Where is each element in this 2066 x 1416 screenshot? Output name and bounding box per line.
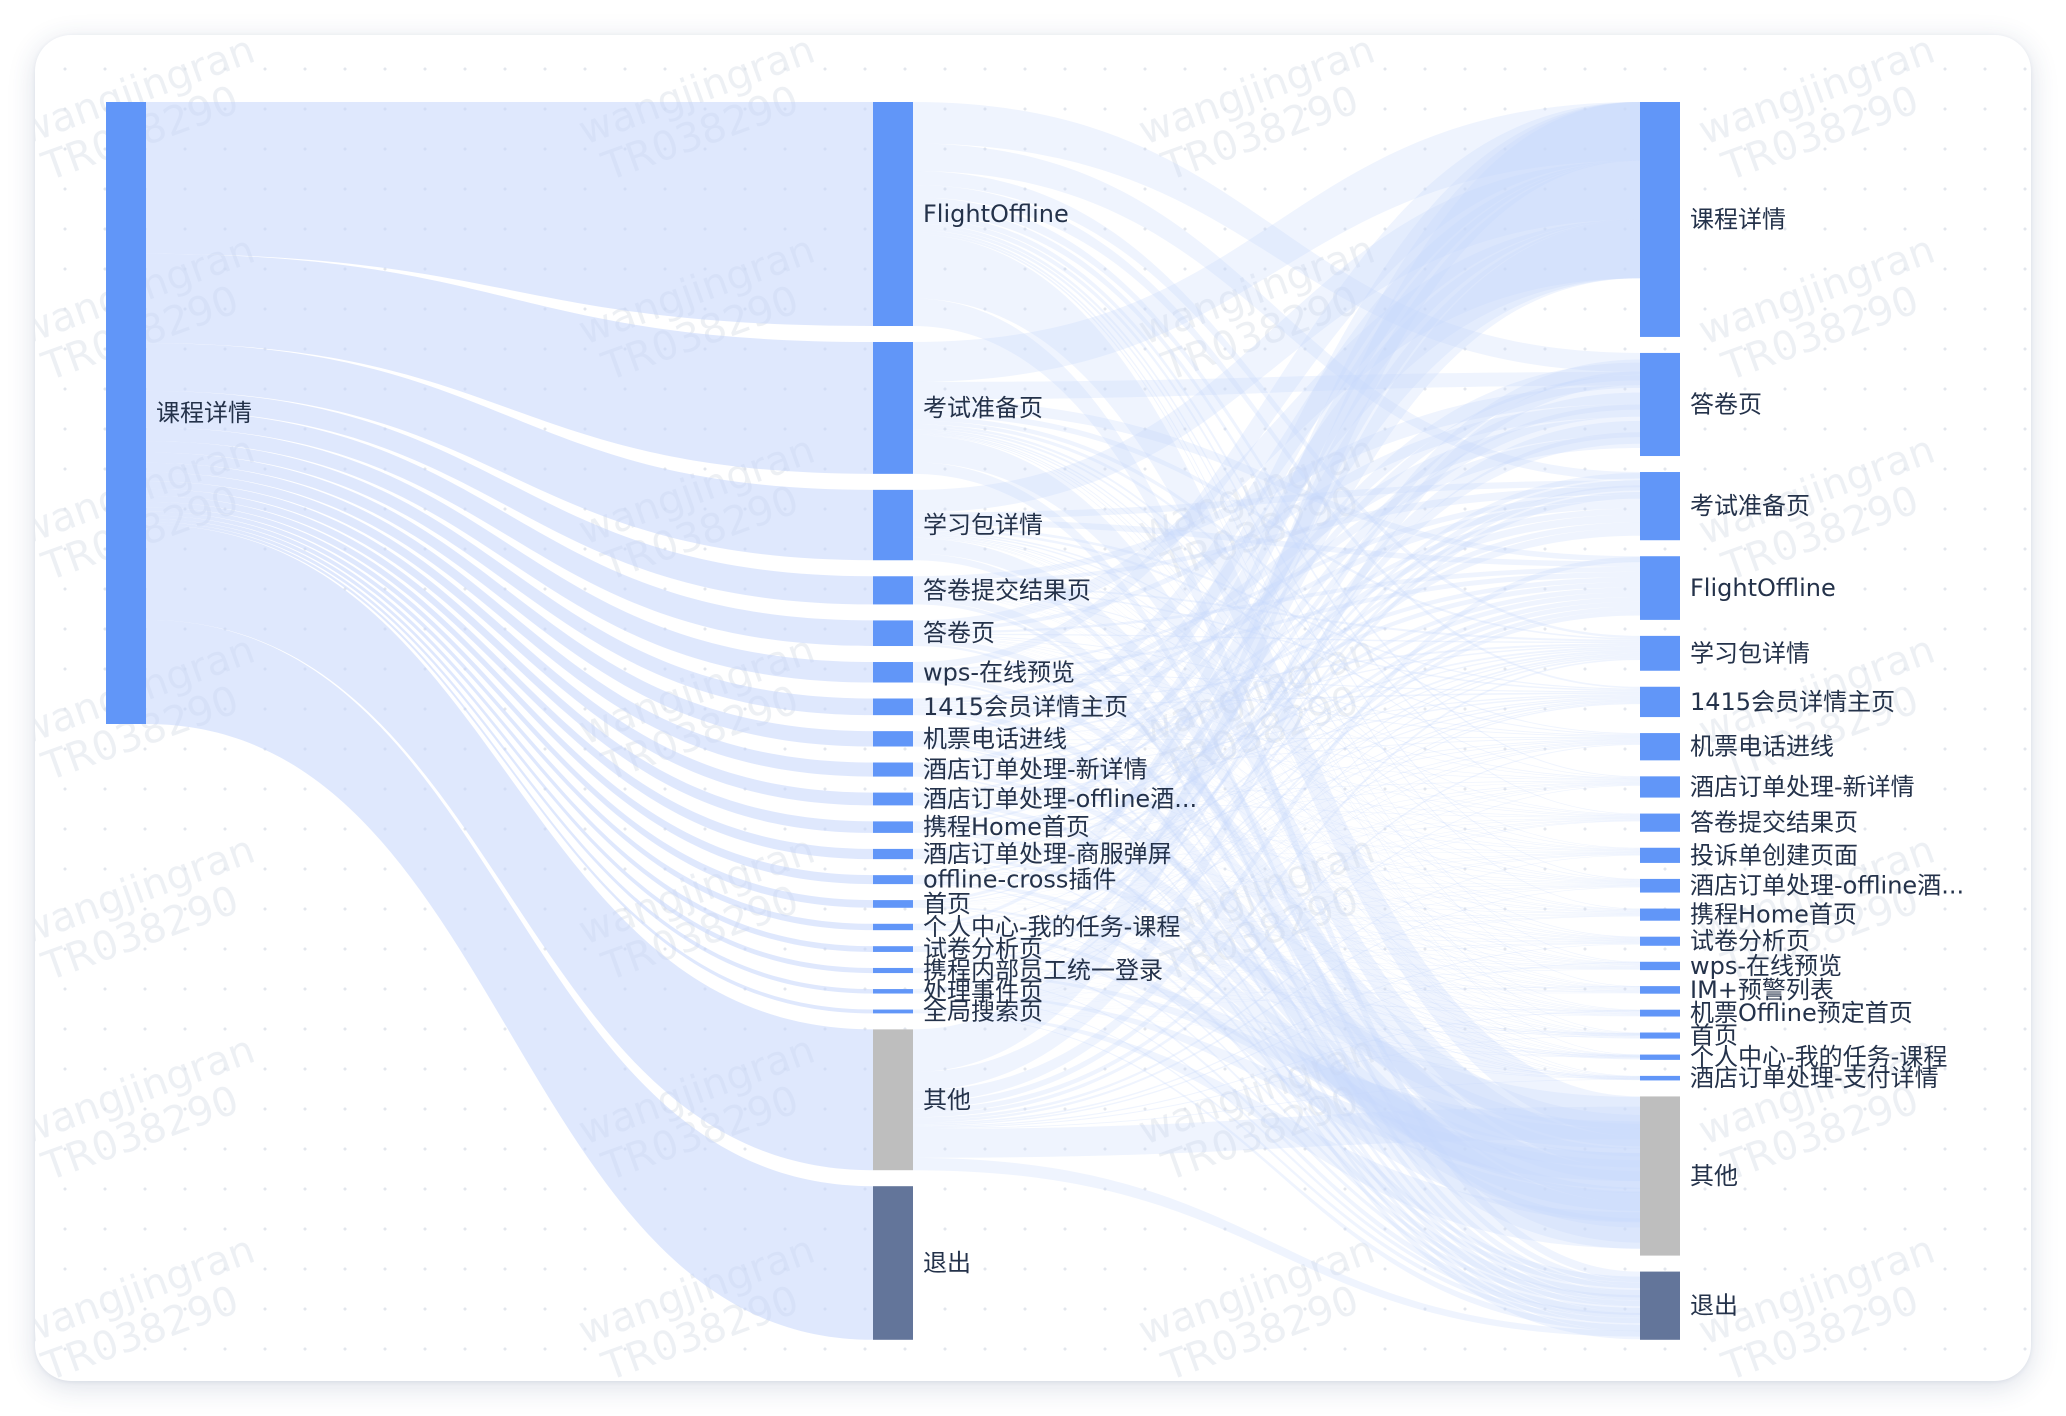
sankey-node[interactable] xyxy=(873,1186,913,1340)
node-label: 课程详情 xyxy=(156,399,252,427)
sankey-node[interactable] xyxy=(1640,1271,1680,1340)
sankey-node[interactable] xyxy=(873,1029,913,1171)
sankey-node[interactable] xyxy=(873,821,913,833)
sankey-node[interactable] xyxy=(873,576,913,605)
node-label: 酒店订单处理-新详情 xyxy=(923,756,1148,784)
chart-card: wangjingranTR038290 wangjingranTR038290 wa… xyxy=(35,35,2031,1381)
node-label: 学习包详情 xyxy=(923,511,1043,539)
watermark-text: wangjingranTR038290 xyxy=(1133,1227,1395,1381)
sankey-node[interactable] xyxy=(106,102,146,724)
sankey-node[interactable] xyxy=(1640,813,1680,832)
node-label: FlightOffline xyxy=(1690,574,1836,602)
node-label: 酒店订单处理-offline酒... xyxy=(923,785,1197,813)
watermark-text: wangjingranTR038290 xyxy=(1693,35,1955,194)
node-label: wps-在线预览 xyxy=(923,658,1075,686)
sankey-node[interactable] xyxy=(1640,961,1680,971)
sankey-node[interactable] xyxy=(873,662,913,683)
node-label: 投诉单创建页面 xyxy=(1690,841,1858,869)
sankey-node[interactable] xyxy=(873,1009,913,1014)
node-label: 携程Home首页 xyxy=(1690,901,1857,929)
watermark-text: wangjingranTR038290 xyxy=(35,827,275,994)
sankey-node[interactable] xyxy=(873,875,913,885)
sankey-node[interactable] xyxy=(1640,1032,1680,1039)
sankey-node[interactable] xyxy=(1640,878,1680,893)
watermark-text: wangjingranTR038290 xyxy=(1693,227,1955,394)
sankey-node[interactable] xyxy=(1640,847,1680,863)
node-label: FlightOffline xyxy=(923,200,1069,228)
node-label: 答卷页 xyxy=(923,619,995,647)
sankey-node[interactable] xyxy=(873,342,913,474)
sankey-node[interactable] xyxy=(873,102,913,327)
sankey-node[interactable] xyxy=(873,698,913,716)
sankey-node[interactable] xyxy=(1640,776,1680,798)
node-label: 酒店订单处理-新详情 xyxy=(1690,773,1915,801)
sankey-node[interactable] xyxy=(1640,472,1680,541)
node-label: 机票电话进线 xyxy=(1690,733,1834,761)
sankey-node[interactable] xyxy=(1640,1054,1680,1060)
node-label: 全局搜索页 xyxy=(923,997,1043,1025)
node-label: 课程详情 xyxy=(1690,205,1786,233)
sankey-node[interactable] xyxy=(873,792,913,806)
node-label: 酒店订单处理-offline酒... xyxy=(1690,872,1964,900)
sankey-node[interactable] xyxy=(873,989,913,994)
sankey-node[interactable] xyxy=(873,731,913,747)
sankey-node[interactable] xyxy=(873,489,913,561)
sankey-node[interactable] xyxy=(873,900,913,908)
watermark-text: wangjingranTR038290 xyxy=(35,1027,275,1194)
node-label: 退出 xyxy=(1690,1292,1738,1320)
sankey-node[interactable] xyxy=(1640,556,1680,620)
sankey-node[interactable] xyxy=(1640,908,1680,921)
node-label: 酒店订单处理-商服弹屏 xyxy=(923,840,1172,868)
sankey-node[interactable] xyxy=(1640,986,1680,994)
sankey-node[interactable] xyxy=(873,967,913,974)
sankey-chart: wangjingranTR038290 wangjingranTR038290 wa… xyxy=(35,35,1964,1381)
sankey-node[interactable] xyxy=(1640,352,1680,457)
node-label: 1415会员详情主页 xyxy=(1690,688,1895,716)
node-label: 考试准备页 xyxy=(1690,492,1810,520)
watermark-text: wangjingranTR038290 xyxy=(35,1227,275,1381)
sankey-node[interactable] xyxy=(1640,686,1680,718)
node-label: 考试准备页 xyxy=(923,394,1043,422)
sankey-node[interactable] xyxy=(1640,1009,1680,1017)
sankey-node[interactable] xyxy=(1640,1075,1680,1081)
sankey-node[interactable] xyxy=(1640,1096,1680,1256)
sankey-node[interactable] xyxy=(873,762,913,777)
sankey-node[interactable] xyxy=(1640,936,1680,946)
sankey-node[interactable] xyxy=(1640,102,1680,337)
node-label: 其他 xyxy=(1690,1162,1738,1190)
node-label: 学习包详情 xyxy=(1690,639,1810,667)
sankey-node[interactable] xyxy=(873,946,913,952)
node-label: 答卷提交结果页 xyxy=(1690,809,1858,837)
sankey-node[interactable] xyxy=(873,848,913,860)
sankey-node[interactable] xyxy=(873,620,913,647)
node-label: 其他 xyxy=(923,1086,971,1114)
sankey-node[interactable] xyxy=(1640,635,1680,671)
sankey-node[interactable] xyxy=(1640,733,1680,761)
node-label: 答卷提交结果页 xyxy=(923,576,1091,604)
node-label: 酒店订单处理-支付详情 xyxy=(1690,1064,1939,1092)
node-label: 携程Home首页 xyxy=(923,813,1090,841)
node-label: 答卷页 xyxy=(1690,390,1762,418)
node-label: 1415会员详情主页 xyxy=(923,693,1128,721)
node-label: 机票电话进线 xyxy=(923,725,1067,753)
sankey-node[interactable] xyxy=(873,923,913,931)
node-label: 退出 xyxy=(923,1249,971,1277)
